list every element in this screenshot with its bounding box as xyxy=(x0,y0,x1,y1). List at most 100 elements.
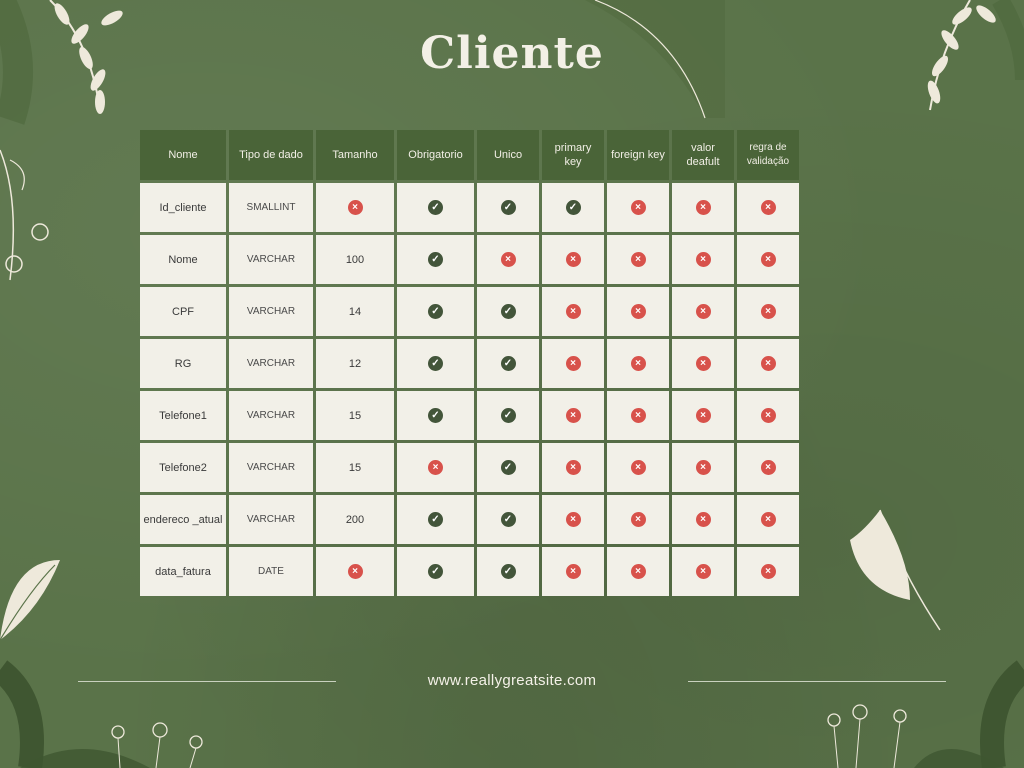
cell-flag: × xyxy=(542,391,604,440)
cross-icon: × xyxy=(347,200,363,215)
cross-icon: × xyxy=(695,304,711,319)
cell-tamanho: 12 xyxy=(316,339,394,388)
cross-icon: × xyxy=(565,252,581,267)
cell-flag: × xyxy=(672,391,734,440)
cross-icon: × xyxy=(630,460,646,475)
cell-tamanho: × xyxy=(316,547,394,596)
column-header: Obrigatorio xyxy=(397,130,474,180)
check-icon: ✓ xyxy=(500,200,516,215)
cell-tamanho: 15 xyxy=(316,443,394,492)
cross-icon: × xyxy=(630,564,646,579)
cell-flag: × xyxy=(672,235,734,284)
cell-nome: Id_cliente xyxy=(140,183,226,232)
cell-flag: ✓ xyxy=(477,183,539,232)
flower-stem-left-decoration xyxy=(0,149,49,281)
cell-nome: data_fatura xyxy=(140,547,226,596)
cell-tamanho: × xyxy=(316,183,394,232)
footer-line-right xyxy=(688,681,946,682)
cross-icon: × xyxy=(695,512,711,527)
cell-flag: × xyxy=(607,495,669,544)
cell-nome: Telefone1 xyxy=(140,391,226,440)
column-header: Tamanho xyxy=(316,130,394,180)
check-icon: ✓ xyxy=(428,408,443,423)
cross-icon: × xyxy=(760,460,776,475)
cell-tamanho: 14 xyxy=(316,287,394,336)
check-icon: ✓ xyxy=(428,512,443,527)
cross-icon: × xyxy=(760,564,776,579)
column-header: primary key xyxy=(542,130,604,180)
cell-flag: ✓ xyxy=(397,339,474,388)
cell-tamanho: 100 xyxy=(316,235,394,284)
check-icon: ✓ xyxy=(565,200,581,215)
cell-flag: × xyxy=(542,339,604,388)
cell-flag: ✓ xyxy=(397,235,474,284)
cross-icon: × xyxy=(630,304,646,319)
flowers-bottom-left-decoration xyxy=(0,660,203,768)
cross-icon: × xyxy=(565,356,581,371)
cell-nome: Telefone2 xyxy=(140,443,226,492)
cell-tipo: VARCHAR xyxy=(229,495,313,544)
cross-icon: × xyxy=(565,460,581,475)
cross-icon: × xyxy=(428,460,443,475)
cross-icon: × xyxy=(760,408,776,423)
cross-icon: × xyxy=(695,408,711,423)
check-icon: ✓ xyxy=(500,408,516,423)
cell-flag: ✓ xyxy=(477,443,539,492)
cell-flag: × xyxy=(607,391,669,440)
cell-tipo: VARCHAR xyxy=(229,287,313,336)
cross-icon: × xyxy=(695,200,711,215)
cell-flag: ✓ xyxy=(477,547,539,596)
cross-icon: × xyxy=(760,200,776,215)
cross-icon: × xyxy=(695,252,711,267)
cross-icon: × xyxy=(565,564,581,579)
check-icon: ✓ xyxy=(500,564,516,579)
footer-line-left xyxy=(78,681,336,682)
leaf-bottom-left-decoration xyxy=(0,560,60,641)
cell-flag: ✓ xyxy=(397,547,474,596)
cell-tipo: VARCHAR xyxy=(229,235,313,284)
cell-flag: × xyxy=(607,547,669,596)
cross-icon: × xyxy=(630,200,646,215)
column-header: Unico xyxy=(477,130,539,180)
cell-flag: × xyxy=(737,287,799,336)
cross-icon: × xyxy=(695,564,711,579)
cell-flag: × xyxy=(607,443,669,492)
cell-flag: × xyxy=(737,495,799,544)
flowers-bottom-right-decoration xyxy=(827,660,1024,768)
cell-flag: × xyxy=(737,443,799,492)
cell-tipo: VARCHAR xyxy=(229,391,313,440)
cross-icon: × xyxy=(630,252,646,267)
check-icon: ✓ xyxy=(428,356,443,371)
cell-flag: × xyxy=(607,235,669,284)
cell-flag: ✓ xyxy=(477,339,539,388)
column-header: valor deafult xyxy=(672,130,734,180)
cell-flag: × xyxy=(672,547,734,596)
cell-flag: ✓ xyxy=(397,183,474,232)
column-header: foreign key xyxy=(607,130,669,180)
column-header: Tipo de dado xyxy=(229,130,313,180)
check-icon: ✓ xyxy=(500,304,516,319)
check-icon: ✓ xyxy=(500,460,516,475)
cell-flag: × xyxy=(542,287,604,336)
cell-flag: × xyxy=(607,287,669,336)
cross-icon: × xyxy=(565,512,581,527)
cross-icon: × xyxy=(500,252,516,267)
cross-icon: × xyxy=(565,304,581,319)
cross-icon: × xyxy=(695,460,711,475)
cross-icon: × xyxy=(760,356,776,371)
cell-tipo: DATE xyxy=(229,547,313,596)
column-header: Nome xyxy=(140,130,226,180)
cell-flag: × xyxy=(672,495,734,544)
cell-flag: × xyxy=(737,183,799,232)
check-icon: ✓ xyxy=(428,200,443,215)
cell-flag: × xyxy=(737,547,799,596)
cell-flag: ✓ xyxy=(542,183,604,232)
cell-flag: ✓ xyxy=(397,287,474,336)
cell-tipo: SMALLINT xyxy=(229,183,313,232)
cell-flag: ✓ xyxy=(477,495,539,544)
cell-flag: × xyxy=(607,183,669,232)
cross-icon: × xyxy=(565,408,581,423)
cell-flag: × xyxy=(737,339,799,388)
cross-icon: × xyxy=(695,356,711,371)
cell-nome: RG xyxy=(140,339,226,388)
